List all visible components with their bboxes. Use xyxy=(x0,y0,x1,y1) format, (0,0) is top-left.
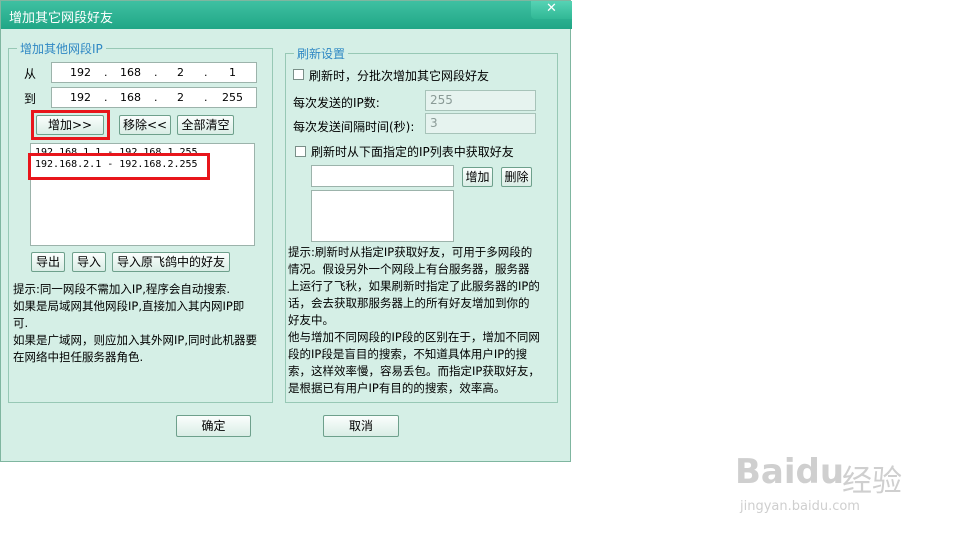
left-hint-text: 提示:同一网段不需加入IP,程序会自动搜索. 如果是局域网其他网段IP,直接加入… xyxy=(13,281,271,366)
ip-dot: . xyxy=(104,91,108,104)
watermark-url: jingyan.baidu.com xyxy=(740,499,860,514)
delete-ip-button[interactable]: 删除 xyxy=(501,167,532,187)
ip-range-group: 增加其他网段IP 从 192 . 168 . 2 . 1 到 192 . 168… xyxy=(8,40,273,403)
hint-line: 情况。假设另外一个网段上有台服务器，服务器 xyxy=(288,262,530,276)
hint-line: 好友中。 xyxy=(288,313,334,327)
hint-line: 提示:同一网段不需加入IP,程序会自动搜索. xyxy=(13,282,231,296)
remove-range-button[interactable]: 移除<< xyxy=(119,115,171,135)
ip-dot: . xyxy=(204,66,208,79)
to-ip-octet-1[interactable]: 192 xyxy=(70,91,91,104)
title-bar[interactable]: 增加其它网段好友 ✕ xyxy=(1,1,572,29)
add-ip-button[interactable]: 增加 xyxy=(462,167,493,187)
export-button[interactable]: 导出 xyxy=(31,252,65,272)
from-ip-octet-1[interactable]: 192 xyxy=(70,66,91,79)
hint-line: 是根据已有用户IP有目的的搜索，效率高。 xyxy=(288,381,506,395)
hint-line: 上运行了飞秋，如果刷新时指定了此服务器的IP的 xyxy=(288,279,540,293)
hint-line: 提示:刷新时从指定IP获取好友，可用于多网段的 xyxy=(288,245,533,259)
ip-dot: . xyxy=(154,66,158,79)
to-ip-octet-3[interactable]: 2 xyxy=(177,91,184,104)
to-ip-input[interactable]: 192 . 168 . 2 . 255 xyxy=(51,87,257,108)
clear-all-button[interactable]: 全部清空 xyxy=(177,115,234,135)
ip-list-label[interactable]: 刷新时从下面指定的IP列表中获取好友 xyxy=(311,143,514,160)
from-ip-octet-3[interactable]: 2 xyxy=(177,66,184,79)
watermark-brand: Baidu xyxy=(735,452,845,492)
from-ip-octet-4[interactable]: 1 xyxy=(229,66,236,79)
hint-line: 段的IP段是盲目的搜索，不知道具体用户IP的搜 xyxy=(288,347,528,361)
interval-input[interactable]: 3 xyxy=(425,113,536,134)
ip-list-input[interactable] xyxy=(311,165,454,187)
ip-count-input[interactable]: 255 xyxy=(425,90,536,111)
from-ip-octet-2[interactable]: 168 xyxy=(120,66,141,79)
hint-line: 可. xyxy=(13,316,29,330)
highlight-range-item xyxy=(28,153,210,180)
refresh-settings-group: 刷新设置 刷新时，分批次增加其它网段好友 每次发送的IP数: 255 每次发送间… xyxy=(285,45,558,403)
ip-dot: . xyxy=(204,91,208,104)
watermark-cn: 经验 xyxy=(842,464,902,499)
dialog-window: 增加其它网段好友 ✕ 增加其他网段IP 从 192 . 168 . 2 . 1 … xyxy=(0,0,572,462)
refresh-settings-legend: 刷新设置 xyxy=(294,45,349,62)
ip-count-label: 每次发送的IP数: xyxy=(293,96,380,110)
hint-line: 话，会去获取那服务器上的所有好友增加到你的 xyxy=(288,296,530,310)
ip-dot: . xyxy=(154,91,158,104)
ip-list-checkbox[interactable] xyxy=(295,146,306,157)
batch-refresh-label[interactable]: 刷新时，分批次增加其它网段好友 xyxy=(309,67,489,84)
close-icon: ✕ xyxy=(546,1,557,16)
ip-dot: . xyxy=(104,66,108,79)
hint-line: 如果是局域网其他网段IP,直接加入其内网IP即 xyxy=(13,299,245,313)
hint-line: 如果是广域网，则应加入其外网IP,同时此机器要 xyxy=(13,333,257,347)
import-button[interactable]: 导入 xyxy=(72,252,106,272)
batch-refresh-checkbox[interactable] xyxy=(293,69,304,80)
close-button[interactable]: ✕ xyxy=(531,1,572,19)
hint-line: 索，这样效率慢，容易丢包。而指定IP获取好友， xyxy=(288,364,540,378)
to-ip-octet-2[interactable]: 168 xyxy=(120,91,141,104)
window-title: 增加其它网段好友 xyxy=(9,11,114,26)
hint-line: 在网络中担任服务器角色. xyxy=(13,350,144,364)
interval-label: 每次发送间隔时间(秒): xyxy=(293,120,415,134)
ok-button[interactable]: 确定 xyxy=(176,415,251,437)
import-feige-friends-button[interactable]: 导入原飞鸽中的好友 xyxy=(112,252,230,272)
ip-list-box[interactable] xyxy=(311,190,454,242)
from-ip-input[interactable]: 192 . 168 . 2 . 1 xyxy=(51,62,257,83)
add-range-button[interactable]: 增加>> xyxy=(36,115,104,135)
cancel-button[interactable]: 取消 xyxy=(323,415,399,437)
ip-range-legend: 增加其他网段IP xyxy=(17,40,106,57)
from-label: 从 xyxy=(24,67,37,81)
hint-line: 他与增加不同网段的IP段的区别在于，增加不同网 xyxy=(288,330,540,344)
to-label: 到 xyxy=(24,92,37,106)
to-ip-octet-4[interactable]: 255 xyxy=(222,91,243,104)
right-hint-text: 提示:刷新时从指定IP获取好友，可用于多网段的 情况。假设另外一个网段上有台服务… xyxy=(288,244,558,397)
